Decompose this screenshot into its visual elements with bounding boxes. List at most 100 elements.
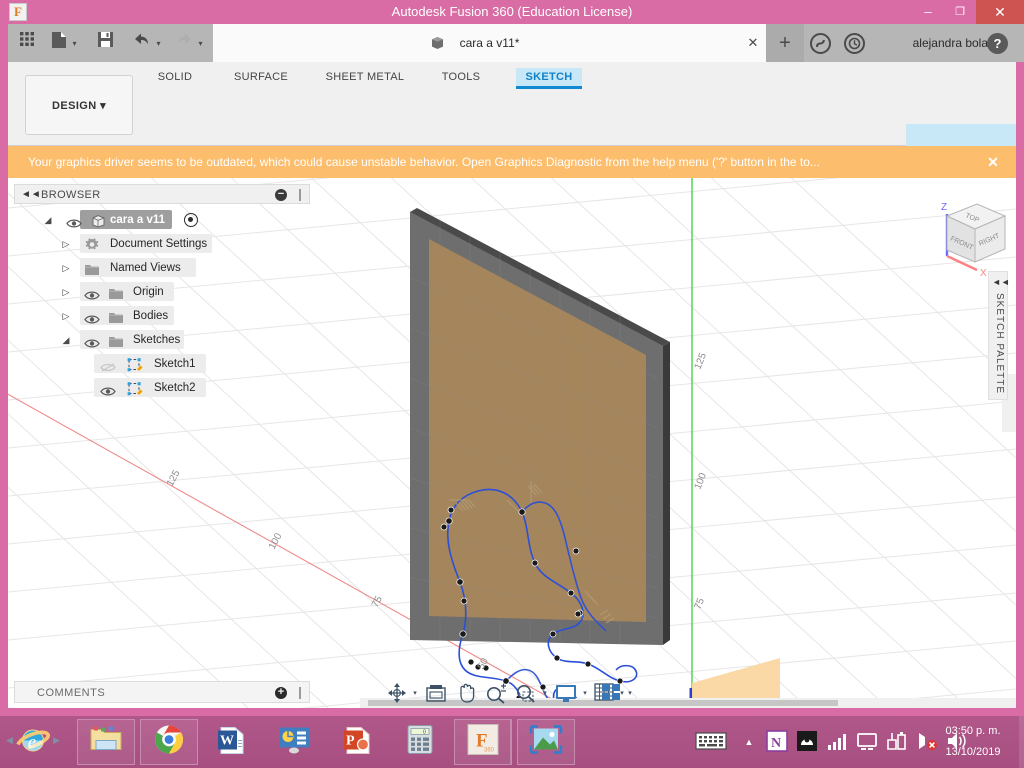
show-hidden-icons-icon[interactable]: ▲ (742, 730, 756, 754)
svg-text:P: P (346, 734, 355, 749)
svg-text:N: N (771, 736, 781, 751)
google-chrome-icon[interactable] (140, 719, 198, 765)
pan-view-icon[interactable] (424, 681, 448, 705)
visibility-eye-icon[interactable] (84, 310, 100, 324)
twisty-closed-icon[interactable]: ▷ (60, 309, 72, 323)
save-icon[interactable] (96, 31, 114, 55)
tree-item-origin[interactable]: ▷ Origin (14, 280, 310, 304)
network-signal-icon[interactable] (826, 730, 848, 754)
close-button[interactable]: ✕ (976, 0, 1024, 24)
fusion360-icon[interactable]: F 360 (454, 719, 512, 765)
tree-item-bodies[interactable]: ▷ Bodies (14, 304, 310, 328)
visibility-eye-icon[interactable] (84, 286, 100, 300)
visibility-hidden-icon[interactable] (100, 358, 116, 372)
tree-item-cara-a-v11[interactable]: ◢ cara a v11 (14, 208, 310, 232)
taskbar-separator (510, 720, 511, 764)
grid-icon[interactable] (14, 31, 40, 55)
fusion360-window: F Autodesk Fusion 360 (Education License… (0, 0, 1024, 716)
document-tab-strip: cara a v11* ✕ + alejandra bolaños ? (213, 24, 1024, 62)
window-title: Autodesk Fusion 360 (Education License) (391, 4, 633, 19)
tab-surface[interactable]: SURFACE (221, 68, 301, 86)
orbit-caret-icon[interactable]: ▾ (411, 690, 419, 698)
view-cube[interactable]: Z X TOP FRONT RIGHT (925, 190, 1015, 280)
tree-item-sketches[interactable]: ◢ Sketches (14, 328, 310, 352)
tab-solid[interactable]: SOLID (143, 68, 207, 86)
minimize-button[interactable]: – (912, 0, 944, 24)
control-panel-icon[interactable] (265, 719, 323, 765)
new-tab-button[interactable]: + (766, 24, 804, 62)
viewports-caret-icon[interactable]: ▾ (626, 690, 634, 698)
show-desktop-button[interactable] (1019, 716, 1024, 768)
display-icon[interactable] (856, 730, 878, 754)
visibility-eye-icon[interactable] (84, 334, 100, 348)
microsoft-word-icon[interactable]: W (202, 719, 260, 765)
tree-label: Sketches (133, 334, 181, 346)
orbit-icon[interactable] (386, 681, 408, 705)
next-arrow-icon[interactable]: ▶ (53, 735, 60, 746)
tree-item-document-settings[interactable]: ▷ Document Settings (14, 232, 310, 256)
undo-caret-icon[interactable]: ▾ (154, 39, 163, 48)
twisty-closed-icon[interactable]: ▷ (60, 285, 72, 299)
new-document-icon[interactable] (50, 31, 68, 55)
sketch-palette-tab[interactable]: ◄◄ SKETCH PALETTE (988, 271, 1010, 400)
zoom-window-caret-icon[interactable]: ▾ (541, 690, 549, 698)
file-explorer-icon[interactable] (77, 719, 135, 765)
undo-icon[interactable] (132, 31, 150, 55)
redo-caret-icon[interactable]: ▾ (196, 39, 205, 48)
usb-icon[interactable] (886, 730, 908, 754)
tree-label: Origin (133, 286, 164, 298)
axis-label-z: Z (941, 202, 947, 213)
zoom-icon[interactable] (484, 681, 508, 705)
job-status-icon[interactable] (844, 33, 865, 54)
twisty-closed-icon[interactable]: ▷ (60, 261, 72, 275)
document-tab[interactable]: cara a v11* ✕ (213, 24, 766, 62)
tab-tools[interactable]: TOOLS (425, 68, 497, 86)
browser-grip[interactable] (299, 189, 301, 201)
calculator-icon[interactable]: 0 (391, 719, 449, 765)
tab-sheet-metal[interactable]: SHEET METAL (315, 68, 415, 86)
display-settings-icon[interactable] (554, 681, 578, 705)
audio-device-icon[interactable] (796, 730, 818, 754)
clock[interactable]: 03:50 p. m. 13/10/2019 (930, 721, 1016, 763)
prev-arrow-icon[interactable]: ◀ (6, 735, 13, 746)
twisty-open-icon[interactable]: ◢ (60, 333, 72, 347)
photos-icon[interactable] (517, 719, 575, 765)
folder-icon (108, 285, 124, 299)
visibility-eye-icon[interactable] (100, 382, 116, 396)
quick-access-group: ▾ ▾ ▾ (8, 24, 213, 62)
onenote-icon[interactable]: N (766, 730, 788, 754)
maximize-button[interactable]: ❐ (944, 0, 976, 24)
twisty-open-icon[interactable]: ◢ (42, 213, 54, 227)
browser-minimize-icon[interactable]: − (275, 189, 287, 201)
tree-item-named-views[interactable]: ▷ Named Views (14, 256, 310, 280)
comments-grip[interactable] (299, 687, 301, 699)
comments-bar[interactable]: COMMENTS + (14, 681, 310, 703)
twisty-closed-icon[interactable]: ▷ (60, 237, 72, 251)
notification-icon[interactable] (810, 33, 831, 54)
workspace-selector[interactable]: DESIGN ▾ (25, 75, 133, 135)
tree-item-sketch1[interactable]: Sketch1 (14, 352, 310, 376)
collapse-left-icon[interactable]: ◄◄ (992, 276, 1010, 288)
collapse-left-icon[interactable]: ◄◄ (21, 188, 41, 202)
visibility-eye-icon[interactable] (66, 214, 82, 228)
activate-radio-icon[interactable] (184, 213, 198, 227)
folder-icon (108, 333, 124, 347)
internet-explorer-icon[interactable]: e ◀ ▶ (4, 719, 62, 765)
pan-hand-icon[interactable] (454, 681, 478, 705)
tab-sketch[interactable]: SKETCH (516, 68, 582, 89)
close-tab-icon[interactable]: ✕ (745, 35, 761, 51)
tree-label: cara a v11 (110, 214, 166, 226)
help-icon[interactable]: ? (987, 33, 1008, 54)
keyboard-icon[interactable] (695, 730, 727, 754)
zoom-window-icon[interactable] (514, 681, 538, 705)
add-comment-icon[interactable]: + (275, 687, 287, 699)
display-settings-caret-icon[interactable]: ▾ (581, 690, 589, 698)
clock-time: 03:50 p. m. (945, 725, 1001, 737)
powerpoint-icon[interactable]: P (328, 719, 386, 765)
redo-icon[interactable] (176, 31, 194, 55)
new-document-caret-icon[interactable]: ▾ (70, 39, 79, 48)
viewports-button[interactable]: ▾ (600, 681, 640, 705)
sketch-icon (126, 357, 143, 372)
close-warning-icon[interactable]: ✕ (982, 146, 1004, 178)
tree-item-sketch2[interactable]: Sketch2 (14, 376, 310, 400)
